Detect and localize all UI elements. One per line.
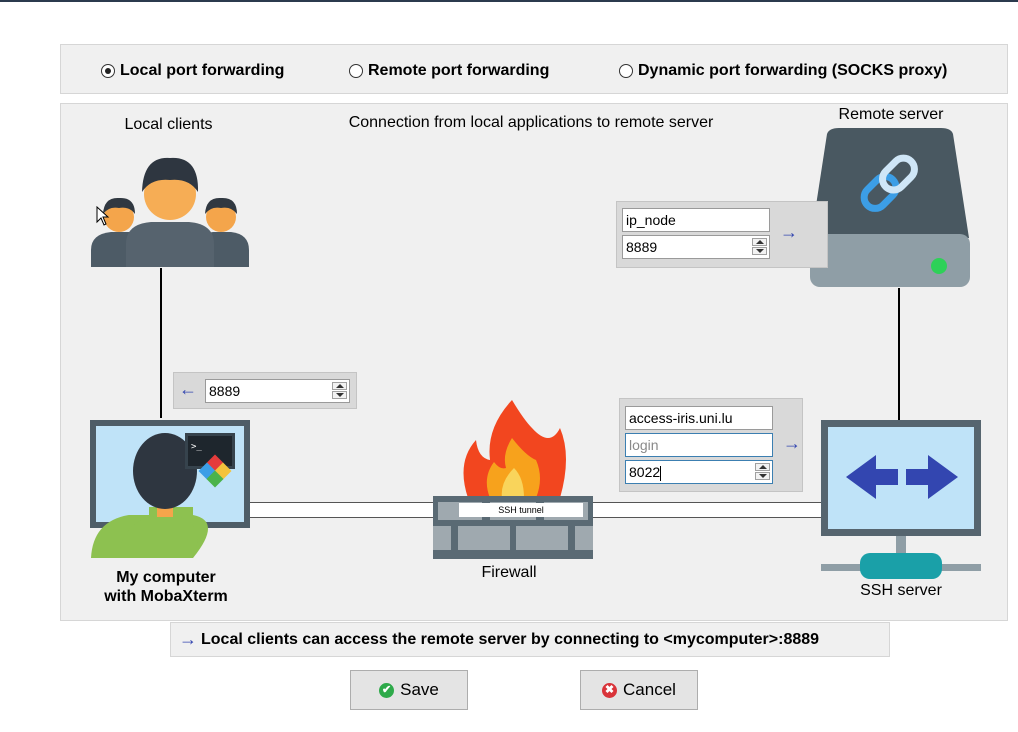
- local-port-stepper[interactable]: [332, 382, 347, 400]
- remote-host-input[interactable]: ip_node: [622, 208, 770, 232]
- arrow-right-icon: →: [780, 222, 798, 242]
- text-caret: [660, 465, 662, 481]
- diagram-description: Connection from local applications to re…: [348, 114, 714, 131]
- info-text: Local clients can access the remote serv…: [201, 631, 820, 648]
- check-icon: ✔: [379, 682, 395, 698]
- save-button[interactable]: ✔ Save: [350, 670, 468, 710]
- tunnel-diagram: Local clients Connection from local appl…: [60, 103, 1008, 621]
- clients-to-computer-line: [160, 268, 162, 418]
- firewall-icon: [433, 400, 593, 559]
- radio-dynamic-forwarding[interactable]: Dynamic port forwarding (SOCKS proxy): [619, 62, 947, 80]
- remote-port-down-icon[interactable]: [752, 247, 767, 255]
- info-arrow-icon: →: [179, 629, 197, 649]
- my-computer-line1: My computer: [116, 569, 216, 586]
- window-top-border: [0, 0, 1018, 2]
- ssh-port-value: 8022: [629, 464, 661, 480]
- local-port-down-icon[interactable]: [332, 391, 347, 399]
- close-icon: ✖: [602, 682, 618, 698]
- remote-port-input[interactable]: 8889: [622, 235, 770, 259]
- radio-local-indicator[interactable]: [101, 64, 115, 78]
- radio-dynamic-label: Dynamic port forwarding (SOCKS proxy): [638, 62, 948, 79]
- local-port-value: 8889: [209, 383, 241, 399]
- radio-remote-forwarding[interactable]: Remote port forwarding: [349, 62, 549, 80]
- radio-local-forwarding[interactable]: Local port forwarding: [101, 62, 284, 80]
- ssh-port-up-icon[interactable]: [755, 463, 770, 471]
- save-button-label: Save: [400, 680, 439, 699]
- mouse-cursor-icon: [96, 206, 110, 226]
- local-clients-label: Local clients: [124, 116, 213, 133]
- forwarding-mode-group: Local port forwarding Remote port forwar…: [60, 44, 1008, 94]
- radio-local-label: Local port forwarding: [120, 62, 285, 79]
- cancel-button[interactable]: ✖ Cancel: [580, 670, 698, 710]
- server-to-ssh-line: [898, 288, 900, 420]
- remote-port-stepper[interactable]: [752, 238, 767, 256]
- ssh-port-down-icon[interactable]: [755, 472, 770, 480]
- ssh-port-input[interactable]: 8022: [625, 460, 773, 484]
- ssh-tunnel-label: SSH tunnel: [459, 503, 583, 517]
- ssh-host-input[interactable]: access-iris.uni.lu: [625, 406, 773, 430]
- local-port-panel: ← 8889: [173, 372, 357, 409]
- remote-port-up-icon[interactable]: [752, 238, 767, 246]
- ssh-server-label: SSH server: [860, 582, 942, 599]
- remote-port-value: 8889: [626, 239, 658, 255]
- ssh-port-stepper[interactable]: [755, 463, 770, 481]
- info-bar: → Local clients can access the remote se…: [170, 622, 890, 657]
- firewall-label: Firewall: [481, 564, 537, 581]
- remote-server-icon: [810, 128, 970, 287]
- local-port-input[interactable]: 8889: [205, 379, 350, 403]
- ssh-login-input[interactable]: login: [625, 433, 773, 457]
- cancel-button-label: Cancel: [623, 680, 676, 699]
- ssh-server-icon: [821, 420, 981, 579]
- my-computer-label: My computer with MobaXterm: [81, 568, 251, 606]
- remote-server-label: Remote server: [838, 106, 944, 123]
- remote-target-panel: ip_node 8889 →: [616, 201, 828, 268]
- arrow-left-icon: ←: [179, 379, 197, 399]
- my-computer-icon: >_: [90, 420, 250, 558]
- radio-dynamic-indicator[interactable]: [619, 64, 633, 78]
- local-clients-icon: [91, 157, 249, 267]
- radio-remote-indicator[interactable]: [349, 64, 363, 78]
- svg-text:>_: >_: [191, 442, 202, 452]
- arrow-right-icon-2: →: [783, 433, 801, 453]
- ssh-server-panel: access-iris.uni.lu login 8022 →: [619, 398, 803, 492]
- radio-remote-label: Remote port forwarding: [368, 62, 550, 79]
- local-port-up-icon[interactable]: [332, 382, 347, 390]
- my-computer-line2: with MobaXterm: [104, 588, 228, 605]
